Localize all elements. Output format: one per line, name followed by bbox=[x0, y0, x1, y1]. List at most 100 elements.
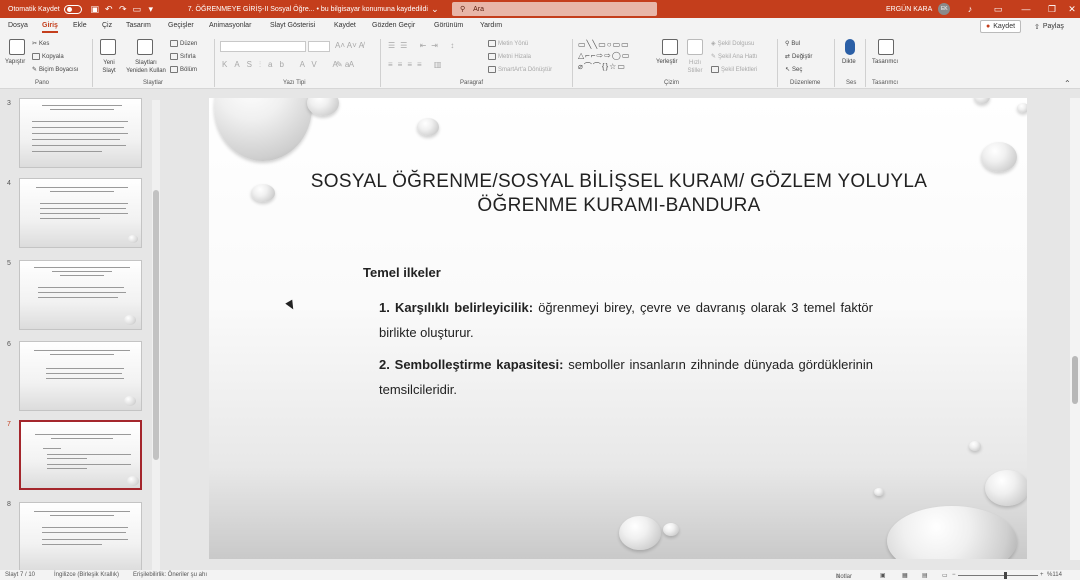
layout-button[interactable]: Düzen bbox=[170, 40, 197, 47]
slide-title[interactable]: SOSYAL ÖĞRENME/SOSYAL BİLİŞSEL KURAM/ GÖ… bbox=[269, 170, 969, 218]
quick-styles-icon[interactable] bbox=[687, 39, 703, 55]
tab-animasyonlar[interactable]: Animasyonlar bbox=[209, 22, 251, 29]
accessibility-checker[interactable]: Erişilebilirlik: Öneriler şu ahı bbox=[133, 572, 207, 578]
present-icon[interactable]: ▭ bbox=[130, 4, 144, 15]
close-button[interactable]: ✕ bbox=[1058, 0, 1080, 18]
align-text-button[interactable]: Metni Hizala bbox=[488, 53, 531, 60]
share-button-label: Paylaş bbox=[1042, 23, 1064, 30]
slide-scrollbar[interactable] bbox=[1070, 98, 1080, 560]
slide-thumbnail-4[interactable] bbox=[19, 178, 142, 248]
tab-ekle[interactable]: Ekle bbox=[73, 22, 87, 29]
tab-gecisler[interactable]: Geçişler bbox=[168, 22, 194, 29]
reset-button[interactable]: Sıfırla bbox=[170, 53, 196, 60]
save-icon[interactable]: ▣ bbox=[88, 4, 102, 15]
quick-styles-button[interactable]: Hızlı Stiller bbox=[684, 59, 706, 75]
select-button[interactable]: ↖ Seç bbox=[785, 66, 802, 74]
tab-tasarim[interactable]: Tasarım bbox=[126, 22, 151, 29]
copy-button[interactable]: Kopyala bbox=[32, 53, 64, 60]
reuse-slides-button[interactable]: Slaytları Yeniden Kullan bbox=[124, 59, 168, 75]
reading-view-icon[interactable]: ▤ bbox=[922, 572, 928, 579]
undo-icon[interactable]: ↶ bbox=[102, 4, 116, 15]
slide-canvas[interactable]: SOSYAL ÖĞRENME/SOSYAL BİLİŞSEL KURAM/ GÖ… bbox=[209, 98, 1027, 559]
copy-icon bbox=[32, 53, 40, 60]
tab-gozden-gecir[interactable]: Gözden Geçir bbox=[372, 22, 415, 29]
section-heading[interactable]: Temel ilkeler bbox=[363, 265, 441, 280]
slideshow-icon[interactable]: ▭ bbox=[942, 572, 948, 579]
designer-button[interactable]: Tasarımcı bbox=[872, 59, 898, 65]
reset-label: Sıfırla bbox=[180, 53, 196, 60]
font-name-box[interactable] bbox=[220, 41, 306, 52]
tab-ciz[interactable]: Çiz bbox=[102, 22, 112, 29]
paste-icon[interactable] bbox=[9, 39, 25, 55]
record-icon: ● bbox=[986, 23, 991, 30]
new-slide-button[interactable]: Yeni Slayt bbox=[97, 59, 121, 75]
slide-thumbnail-8[interactable] bbox=[19, 502, 142, 572]
record-save-button[interactable]: ● Kaydet bbox=[980, 20, 1022, 33]
minimize-button[interactable]: — bbox=[1012, 0, 1040, 18]
reuse-slides-icon[interactable] bbox=[137, 39, 153, 55]
font-size-box[interactable] bbox=[308, 41, 330, 52]
group-label-duzenleme: Düzenleme bbox=[790, 80, 821, 86]
ribbon-display-icon[interactable]: ▭ bbox=[984, 0, 1012, 18]
shape-outline-button[interactable]: ✎ Şekil Ana Hattı bbox=[711, 53, 757, 61]
format-painter-button[interactable]: ✎ Biçim Boyacısı bbox=[32, 66, 78, 74]
list-item[interactable]: 1. Karşılıklı belirleyicilik: öğrenmeyi … bbox=[379, 295, 873, 345]
slide-thumbnail-5[interactable] bbox=[19, 260, 142, 330]
slide-thumbnail-3[interactable] bbox=[19, 98, 142, 168]
tab-yardim[interactable]: Yardım bbox=[480, 22, 502, 29]
toggle-switch-icon[interactable] bbox=[63, 4, 82, 14]
tab-giris[interactable]: Giriş bbox=[42, 22, 58, 33]
paste-button[interactable]: Yapıştır bbox=[5, 59, 25, 65]
user-account[interactable]: ERGÜN KARA EK bbox=[886, 0, 951, 18]
zoom-in-icon[interactable]: + bbox=[1040, 572, 1044, 578]
designer-icon[interactable] bbox=[878, 39, 894, 55]
smartart-button[interactable]: SmartArt'a Dönüştür bbox=[488, 66, 552, 73]
tab-slayt-gosterisi[interactable]: Slayt Gösterisi bbox=[270, 22, 315, 29]
search-box[interactable]: ⚲ Ara bbox=[452, 2, 657, 16]
search-placeholder: Ara bbox=[473, 5, 485, 13]
text-direction-button[interactable]: Metin Yönü bbox=[488, 40, 528, 47]
cut-button[interactable]: ✂ Kes bbox=[32, 40, 49, 48]
normal-view-icon[interactable]: ▣ bbox=[880, 572, 886, 579]
new-slide-icon[interactable] bbox=[100, 39, 116, 55]
redo-icon[interactable]: ↷ bbox=[116, 4, 130, 15]
tab-kaydet[interactable]: Kaydet bbox=[334, 22, 356, 29]
tab-gorunum[interactable]: Görünüm bbox=[434, 22, 463, 29]
section-button[interactable]: Bölüm bbox=[170, 66, 197, 73]
user-name: ERGÜN KARA bbox=[886, 5, 933, 13]
title-dropdown-icon[interactable]: ⌄ bbox=[428, 4, 442, 15]
coauthor-icon[interactable]: ♪ bbox=[956, 0, 984, 18]
list-item[interactable]: 2. Sembolleştirme kapasitesi: semboller … bbox=[379, 352, 873, 402]
slide-scrollbar-thumb[interactable] bbox=[1072, 356, 1078, 404]
shape-effects-button[interactable]: Şekil Efektleri bbox=[711, 66, 757, 73]
dictate-button[interactable]: Dikte bbox=[842, 59, 856, 65]
find-button[interactable]: ⚲ Bul bbox=[785, 40, 800, 48]
tab-dosya[interactable]: Dosya bbox=[8, 22, 28, 29]
autosave-toggle[interactable]: Otomatik Kaydet bbox=[8, 4, 82, 14]
align-icons[interactable]: ≡≡≡≡ ▥ bbox=[388, 60, 446, 69]
smartart-label: SmartArt'a Dönüştür bbox=[498, 66, 553, 73]
collapse-ribbon-icon[interactable]: ⌃ bbox=[1064, 79, 1071, 88]
thumbnail-scrollbar-thumb[interactable] bbox=[153, 190, 159, 460]
slide-thumbnail-6[interactable] bbox=[19, 341, 142, 411]
slide-sorter-icon[interactable]: ▦ bbox=[902, 572, 908, 579]
zoom-out-icon[interactable]: − bbox=[952, 572, 956, 578]
slide-thumbnail-7[interactable] bbox=[19, 420, 142, 490]
zoom-slider[interactable] bbox=[958, 575, 1038, 576]
zoom-slider-handle[interactable] bbox=[1004, 572, 1007, 579]
arrange-icon[interactable] bbox=[662, 39, 678, 55]
microphone-icon[interactable] bbox=[845, 39, 855, 55]
customize-toolbar-icon[interactable]: ▾ bbox=[144, 4, 158, 15]
zoom-level[interactable]: %114 bbox=[1047, 572, 1062, 578]
arrange-button[interactable]: Yerleştir bbox=[656, 59, 677, 65]
share-button[interactable]: ⇧ Paylaş bbox=[1030, 20, 1068, 33]
language-indicator[interactable]: İngilizce (Birleşik Krallık) bbox=[54, 572, 119, 578]
replace-button[interactable]: ⇄ Değiştir bbox=[785, 53, 812, 61]
list-icons[interactable]: ☰☰ ⇤⇥ ↕ bbox=[388, 41, 459, 50]
font-color-icons[interactable]: ✎A bbox=[336, 60, 360, 69]
font-grow-icon[interactable]: A˄ A˅ A̸ bbox=[335, 41, 364, 50]
shapes-gallery[interactable]: ▭╲╲▭○▭▭ △⌐⌐⇨⇨◯▭ ⌀⌒⌒{}☆▭ bbox=[578, 39, 660, 75]
shape-fill-button[interactable]: ◈ Şekil Dolgusu bbox=[711, 40, 754, 48]
thumbnail-scrollbar[interactable] bbox=[152, 100, 160, 570]
group-label-cizim: Çizim bbox=[664, 80, 679, 86]
